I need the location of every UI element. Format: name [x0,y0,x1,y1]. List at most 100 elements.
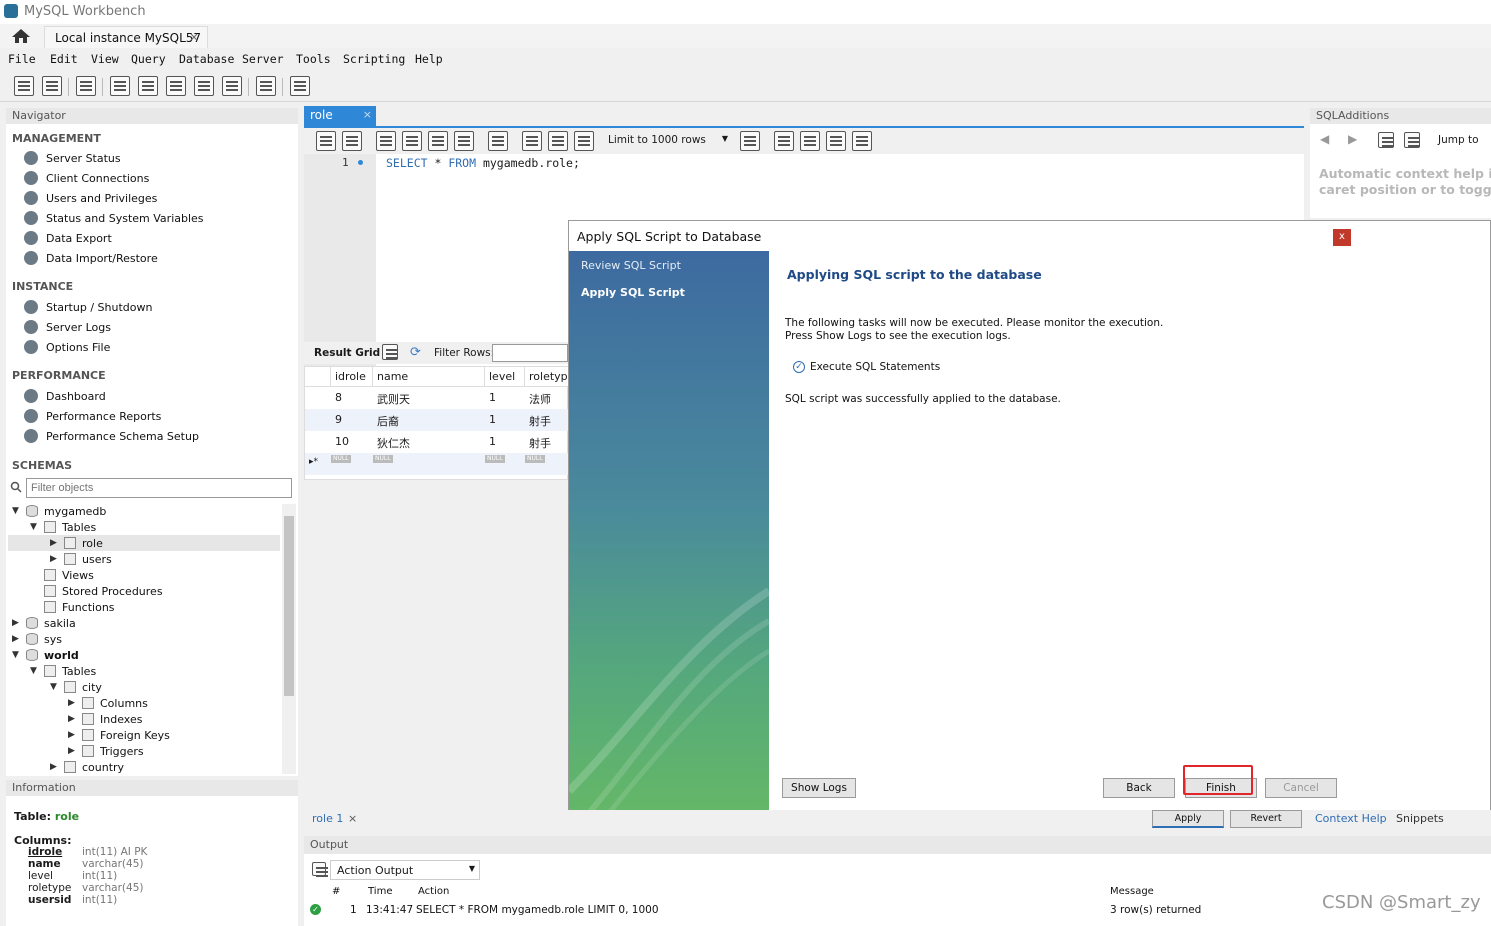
create-procedure-icon[interactable] [194,76,214,96]
query-result-tab[interactable]: role 1 [312,812,343,825]
nav-status-variables[interactable]: Status and System Variables [24,209,204,227]
open-file-icon[interactable] [316,131,336,151]
collapsed-arrow-icon[interactable]: ▶ [68,698,78,708]
expanded-arrow-icon[interactable]: ▼ [30,522,40,532]
table-cell[interactable]: 射手 [525,431,555,453]
collapsed-arrow-icon[interactable]: ▶ [68,746,78,756]
reconnect-icon[interactable] [290,76,310,96]
close-dialog-button[interactable]: x [1333,229,1351,246]
revert-button[interactable]: Revert [1230,810,1302,828]
explain-icon[interactable] [428,131,448,151]
collapsed-arrow-icon[interactable]: ▶ [50,554,60,564]
create-table-icon[interactable] [138,76,158,96]
tree-foreign-keys[interactable]: ▶ Foreign Keys [68,727,170,743]
table-cell[interactable]: 9 [331,409,346,431]
expanded-arrow-icon[interactable]: ▼ [50,682,60,692]
editor-tab-role[interactable]: role × [304,106,376,126]
table-row[interactable]: 8 武则天 1 法师 [305,387,569,409]
table-cell[interactable]: 武则天 [373,387,414,409]
menu-view[interactable]: View [91,52,119,66]
table-cell[interactable]: 8 [331,387,346,409]
new-row[interactable]: ▸* NULL NULL NULL NULL [305,453,569,475]
collapsed-arrow-icon[interactable]: ▶ [50,762,60,772]
column-header[interactable]: level [485,367,525,387]
close-tab-icon[interactable]: × [348,812,357,825]
nav-data-import[interactable]: Data Import/Restore [24,249,158,267]
sql-statement[interactable]: SELECT * FROM mygamedb.role; [386,156,580,170]
table-cell[interactable]: 1 [485,431,500,453]
table-cell[interactable]: 射手 [525,409,555,431]
context-help-tab[interactable]: Context Help [1315,812,1387,825]
nav-users-privileges[interactable]: Users and Privileges [24,189,157,207]
cancel-button[interactable]: Cancel [1265,778,1337,798]
scrollbar-thumb[interactable] [284,516,294,696]
nav-data-export[interactable]: Data Export [24,229,112,247]
tree-tables[interactable]: ▼ Tables [30,519,96,535]
nav-dashboard[interactable]: Dashboard [24,387,106,405]
menu-tools[interactable]: Tools [296,52,331,66]
bookmark-icon[interactable] [740,131,760,151]
table-cell[interactable]: 10 [331,431,353,453]
menu-scripting[interactable]: Scripting [343,52,405,66]
grid-view-icon[interactable] [382,344,398,360]
column-header[interactable]: idrole [331,367,373,387]
table-row[interactable]: 10 狄仁杰 1 射手 [305,431,569,453]
tree-views[interactable]: Views [30,567,94,583]
home-icon[interactable] [10,27,32,45]
open-sql-script-icon[interactable] [42,76,62,96]
create-view-icon[interactable] [166,76,186,96]
invisible-chars-icon[interactable] [826,131,846,151]
inspector-icon[interactable] [76,76,96,96]
tree-functions[interactable]: Functions [30,599,115,615]
tree-triggers[interactable]: ▶ Triggers [68,743,144,759]
connection-tab[interactable]: Local instance MySQL57 × [44,26,208,48]
menu-server[interactable]: Server [242,52,284,66]
table-cell[interactable]: 法师 [525,387,555,409]
output-row[interactable]: ✓ 1 13:41:47 SELECT * FROM mygamedb.role… [304,902,1491,920]
table-cell[interactable]: 1 [485,387,500,409]
create-function-icon[interactable] [222,76,242,96]
apply-button[interactable]: Apply [1152,810,1224,828]
column-header[interactable]: roletype [525,367,574,387]
autocommit-icon[interactable] [574,131,594,151]
tree-indexes[interactable]: ▶ Indexes [68,711,142,727]
collapsed-arrow-icon[interactable]: ▶ [68,730,78,740]
schema-mygamedb[interactable]: ▼ mygamedb [12,503,106,519]
wrap-lines-icon[interactable] [852,131,872,151]
nav-server-status[interactable]: Server Status [24,149,121,167]
menu-database[interactable]: Database [179,52,234,66]
table-cell[interactable]: 狄仁杰 [373,431,414,453]
tree-table-role[interactable]: ▶ role [8,535,280,551]
nav-client-connections[interactable]: Client Connections [24,169,149,187]
collapsed-arrow-icon[interactable]: ▶ [12,618,22,628]
commit-icon[interactable] [522,131,542,151]
search-table-data-icon[interactable] [256,76,276,96]
expanded-arrow-icon[interactable]: ▼ [12,506,22,516]
tree-table-users[interactable]: ▶ users [50,551,112,567]
back-arrow-icon[interactable]: ◀ [1320,132,1329,146]
nav-server-logs[interactable]: Server Logs [24,318,111,336]
column-header[interactable]: name [373,367,485,387]
forward-arrow-icon[interactable]: ▶ [1348,132,1357,146]
nav-startup-shutdown[interactable]: Startup / Shutdown [24,298,152,316]
refresh-icon[interactable]: ⟳ [410,345,421,360]
snippets-tab[interactable]: Snippets [1396,812,1444,825]
filter-rows-input[interactable] [492,344,568,362]
menu-edit[interactable]: Edit [50,52,78,66]
nav-performance-schema[interactable]: Performance Schema Setup [24,427,199,445]
context-help-icon[interactable] [1378,132,1394,148]
table-cell[interactable]: 后裔 [373,409,403,431]
schema-sakila[interactable]: ▶ sakila [12,615,76,631]
find-icon[interactable] [800,131,820,151]
create-schema-icon[interactable] [110,76,130,96]
save-icon[interactable] [342,131,362,151]
close-tab-icon[interactable]: × [189,30,199,44]
schema-sys[interactable]: ▶ sys [12,631,62,647]
schema-world[interactable]: ▼ world [12,647,79,663]
expanded-arrow-icon[interactable]: ▼ [12,650,22,660]
rollback-icon[interactable] [548,131,568,151]
filter-objects-input[interactable] [26,478,292,498]
jump-to-label[interactable]: Jump to [1438,134,1479,146]
limit-rows-select[interactable]: Limit to 1000 rows ▼ [608,134,730,150]
tree-table-city[interactable]: ▼ city [50,679,102,695]
